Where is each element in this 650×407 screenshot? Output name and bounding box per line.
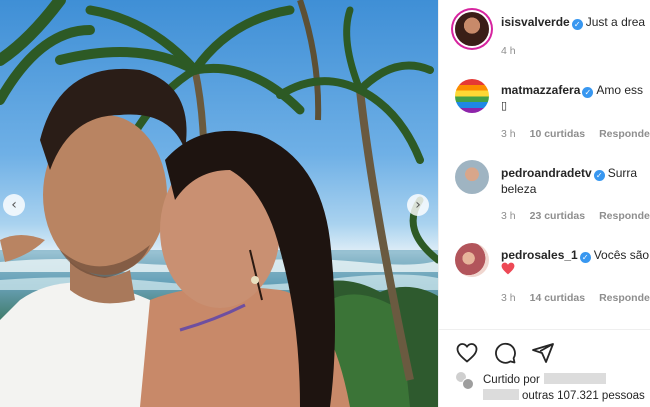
comment-avatar[interactable] [455,243,489,277]
caption-line: isisvalverde ✓ Just a drea [501,14,645,30]
author-username[interactable]: isisvalverde [501,15,570,29]
comment-line: pedroandradetv ✓ Surra [501,165,637,181]
blurred-username [543,373,606,384]
comment-likes[interactable]: 14 curtidas [530,292,585,304]
verified-icon: ✓ [571,19,583,30]
comment-time: 3 h [501,128,516,140]
carousel-prev-button[interactable]: ‹ [3,194,25,216]
comment-line: pedrosales_1 ✓ Vocês são [501,247,649,263]
comment-text-cont: ▯ [501,99,508,112]
liked-by-prefix: Curtido por [483,374,540,386]
carousel-next-button[interactable]: › [407,194,429,216]
comment-meta: 3 h 23 curtidas Responder [501,210,650,222]
caption-text: Just a drea [585,15,646,29]
comment-text: Surra [607,166,638,180]
comment-username[interactable]: pedrosales_1 [501,248,578,262]
comment-text-cont: beleza [501,182,537,196]
reply-button[interactable]: Responder [599,292,650,304]
verified-icon: ✓ [582,87,594,98]
comment-username[interactable]: pedroandradetv [501,166,592,180]
comment-avatar[interactable] [455,160,489,194]
comment-likes[interactable]: 23 curtidas [530,210,585,222]
comment-line: matmazzafera ✓ Amo ess [501,82,643,98]
blurred-username [483,389,519,400]
liker-avatar [462,378,474,390]
likers-avatars[interactable] [455,371,475,391]
likes-count[interactable]: outras 107.321 pessoas [522,390,645,402]
share-icon[interactable] [531,341,555,365]
verified-icon: ✓ [593,170,605,181]
comment-text: Amo ess [596,83,644,97]
comment-meta: 3 h 14 curtidas Responder [501,292,650,304]
divider [439,329,650,330]
comment-text: Vocês são [593,248,650,262]
comment-username[interactable]: matmazzafera [501,83,580,97]
reply-button[interactable]: Responder [599,210,650,222]
liked-by-line: Curtido por [483,373,606,386]
likes-count-line: outras 107.321 pessoas [483,389,645,402]
post-time: 4 h [501,45,516,57]
post-photo[interactable]: ‹ › [0,0,438,407]
photo-scene [0,0,438,407]
verified-icon: ✓ [579,252,591,263]
comments-panel: isisvalverde ✓ Just a drea 4 h matmazzafer… [438,0,650,407]
comment-likes[interactable]: 10 curtidas [530,128,585,140]
comment-time: 3 h [501,210,516,222]
author-avatar[interactable] [455,12,489,46]
comment-meta: 3 h 10 curtidas Responder [501,128,650,140]
comment-icon[interactable] [493,341,517,365]
comment-time: 3 h [501,292,516,304]
comment-avatar[interactable] [455,79,489,113]
heart-emoji-icon [501,262,515,275]
heart-icon[interactable] [455,341,479,365]
reply-button[interactable]: Responder [599,128,650,140]
